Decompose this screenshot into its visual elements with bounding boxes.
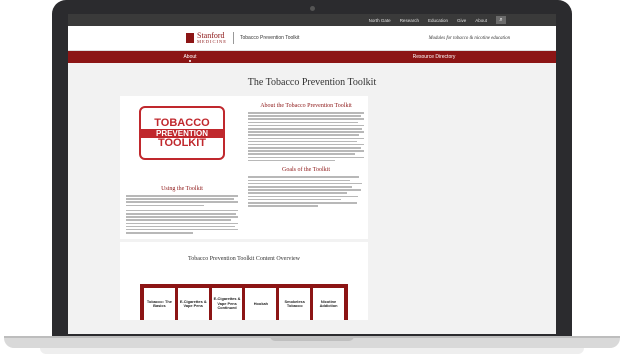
laptop-notch bbox=[270, 336, 354, 341]
toolkit-logo-line3: TOOLKIT bbox=[157, 136, 207, 149]
camera-icon bbox=[310, 6, 315, 11]
tab-about[interactable]: About bbox=[68, 51, 312, 63]
tab-resource-directory[interactable]: Resource Directory bbox=[312, 51, 556, 63]
goals-list bbox=[248, 176, 364, 207]
brand-header: Stanford MEDICINE Tobacco Prevention Too… bbox=[68, 26, 556, 51]
search-icon[interactable]: ⌕ bbox=[496, 16, 506, 24]
overview-title: Tobacco Prevention Toolkit Content Overv… bbox=[187, 256, 301, 262]
module-card-hookah[interactable]: Hookah bbox=[245, 288, 277, 320]
module-card-ecig-vape[interactable]: E-Cigarettes & Vape Pens bbox=[177, 288, 209, 320]
toolkit-logo-image: TOBACCO PREVENTION TOOLKIT bbox=[139, 106, 225, 160]
laptop-shadow bbox=[40, 348, 584, 354]
site-name: Tobacco Prevention Toolkit bbox=[240, 35, 300, 41]
about-body-text bbox=[248, 112, 364, 162]
module-card-tobacco-basics[interactable]: Tobacco: The Basics bbox=[144, 288, 175, 320]
module-card-nicotine-addiction[interactable]: Nicotine Addiction bbox=[313, 288, 344, 320]
stanford-tree-icon bbox=[186, 33, 194, 43]
topnav-link-about[interactable]: About bbox=[475, 18, 487, 23]
using-heading: Using the Toolkit bbox=[161, 186, 203, 192]
about-heading: About the Tobacco Prevention Toolkit bbox=[260, 103, 352, 109]
right-column: About the Tobacco Prevention Toolkit Goa… bbox=[248, 100, 364, 207]
top-utility-nav: North Gate Research Education Give About… bbox=[68, 14, 556, 26]
intro-panel: TOBACCO PREVENTION TOOLKIT Using the Too… bbox=[120, 96, 368, 239]
logo-divider bbox=[233, 32, 234, 44]
topnav-link-education[interactable]: Education bbox=[428, 18, 448, 23]
content-overview-panel: Tobacco Prevention Toolkit Content Overv… bbox=[120, 242, 368, 320]
stanford-medicine-logo[interactable]: Stanford MEDICINE Tobacco Prevention Too… bbox=[186, 32, 299, 44]
module-card-ecig-vape-continued[interactable]: E-Cigarettes & Vape Pens Continued bbox=[211, 288, 243, 320]
topnav-link-give[interactable]: Give bbox=[457, 18, 466, 23]
module-card-smokeless[interactable]: Smokeless Tobacco bbox=[279, 288, 311, 320]
topnav-link-north-gate[interactable]: North Gate bbox=[369, 18, 391, 23]
using-body-text bbox=[126, 195, 238, 234]
site-tagline: Modules for tobacco & nicotine education bbox=[428, 35, 510, 41]
topnav-link-research[interactable]: Research bbox=[400, 18, 419, 23]
logo-medicine-text: MEDICINE bbox=[197, 39, 227, 44]
left-column: TOBACCO PREVENTION TOOLKIT Using the Too… bbox=[126, 100, 238, 234]
toolkit-logo-line1: TOBACCO bbox=[154, 116, 210, 129]
logo-stanford-text: Stanford bbox=[197, 31, 225, 40]
module-cards: Tobacco: The Basics E-Cigarettes & Vape … bbox=[140, 284, 348, 320]
goals-heading: Goals of the Toolkit bbox=[282, 167, 330, 174]
page-title: The Tobacco Prevention Toolkit bbox=[247, 77, 377, 88]
main-nav: About Resource Directory bbox=[68, 51, 556, 63]
